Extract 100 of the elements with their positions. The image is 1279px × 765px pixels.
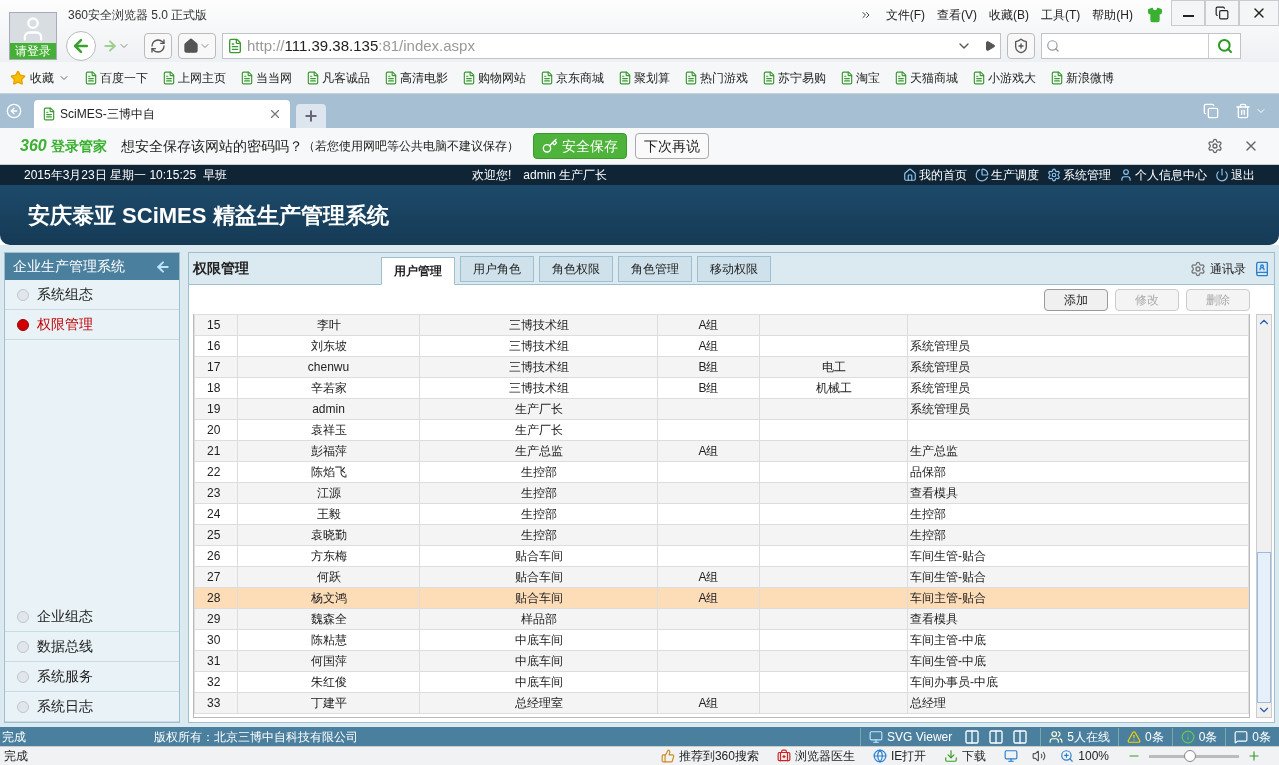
back-button[interactable] [66, 31, 96, 61]
table-cell: 系统管理员 [907, 356, 1249, 378]
favorites-menu[interactable]: 收藏 [10, 68, 70, 87]
table-row[interactable]: 20 袁祥玉 生产厂长 [194, 419, 1249, 441]
close-icon[interactable] [268, 107, 282, 121]
table-row[interactable]: 16 刘东坡 三博技术组 A组 系统管理员 [194, 335, 1249, 357]
browser-tab[interactable]: SciMES-三博中自 [34, 100, 290, 128]
status-item[interactable]: IE打开 [872, 747, 927, 765]
search-field[interactable] [1041, 33, 1241, 59]
table-cell: 生控部 [419, 482, 658, 504]
table-row[interactable]: 29 魏森全 样品部 查看模具 [194, 608, 1249, 630]
bookmark-link[interactable]: 高清电影 [384, 68, 448, 87]
bookmark-link[interactable]: 苏宁易购 [762, 68, 826, 87]
layout-icon[interactable] [1012, 728, 1029, 745]
table-row[interactable]: 33 丁建平 总经理室 A组 总经理 [194, 692, 1249, 714]
status-item[interactable]: 推荐到360搜索 [660, 747, 759, 765]
table-row[interactable]: 23 江源 生控部 查看模具 [194, 482, 1249, 504]
tab[interactable]: 用户角色 [460, 256, 534, 282]
top-link[interactable]: 我的首页 [903, 166, 967, 184]
table-row[interactable]: 21 彭福萍 生产总监 A组 生产总监 [194, 440, 1249, 462]
windows-icon[interactable] [1203, 103, 1219, 119]
message-count[interactable]: 0条 [1225, 727, 1279, 746]
table-row[interactable]: 25 袁晓勤 生控部 生控部 [194, 524, 1249, 546]
zoom-level[interactable]: 100% [1060, 747, 1109, 765]
bookmark-link[interactable]: 凡客诚品 [306, 68, 370, 87]
bookmark-link[interactable]: 购物网站 [462, 68, 526, 87]
tab[interactable]: 用户管理 [381, 257, 455, 285]
table-cell: 贴合车间 [419, 587, 658, 609]
status-item[interactable]: 下载 [944, 747, 987, 765]
svg-viewer-button[interactable]: SVG Viewer [860, 727, 961, 746]
bookmark-link[interactable]: 热门游戏 [684, 68, 748, 87]
bookmark-link[interactable]: 淘宝 [840, 68, 880, 87]
restore-button[interactable] [1205, 0, 1239, 26]
table-cell: A组 [657, 566, 760, 588]
bookmark-link[interactable]: 新浪微博 [1050, 68, 1114, 87]
table-cell: A组 [657, 314, 760, 336]
refresh-button[interactable] [144, 33, 172, 59]
monitor-icon[interactable] [1004, 749, 1019, 763]
bookmark-link[interactable]: 百度一下 [84, 68, 148, 87]
minimize-button[interactable] [1171, 0, 1205, 26]
layout-icon[interactable] [964, 728, 981, 745]
table-row[interactable]: 17 chenwu 三博技术组 B组 电工 系统管理员 [194, 356, 1249, 378]
zoom-in-icon[interactable] [1247, 749, 1261, 763]
top-link[interactable]: 系统管理 [1047, 166, 1111, 184]
bookmark-link[interactable]: 聚划算 [618, 68, 670, 87]
layout-icon[interactable] [988, 728, 1005, 745]
home-button[interactable] [178, 33, 216, 59]
bookmark-link[interactable]: 上网主页 [162, 68, 226, 87]
table-row[interactable]: 30 陈粘慧 中底车间 车间主管-中底 [194, 629, 1249, 651]
bookmark-link[interactable]: 当当网 [240, 68, 292, 87]
settings-icon[interactable] [1207, 138, 1223, 154]
collapse-icon[interactable] [155, 258, 171, 275]
scrollbar[interactable] [1256, 314, 1272, 718]
table-row[interactable]: 18 辛若家 三博技术组 B组 机械工 系统管理员 [194, 377, 1249, 399]
bookmark-link[interactable]: 天猫商城 [894, 68, 958, 87]
bookmark-link[interactable]: 京东商城 [540, 68, 604, 87]
info-count[interactable]: 0条 [1171, 727, 1226, 746]
contacts-book-icon[interactable] [1254, 260, 1270, 277]
menu-item[interactable]: 文件(F) [885, 6, 925, 24]
top-link[interactable]: 生产调度 [975, 166, 1039, 184]
row-number: 19 [194, 398, 238, 420]
address-field[interactable]: http://111.39.38.135:81/index.aspx [222, 33, 1001, 59]
menu-item[interactable]: 工具(T) [1041, 6, 1081, 24]
tab[interactable]: 角色权限 [539, 256, 613, 282]
toolbar-button[interactable]: 添加 [1044, 288, 1108, 311]
table-row[interactable]: 28 杨文鸿 贴合车间 A组 车间主管-贴合 [194, 587, 1249, 609]
table-cell: 查看模具 [907, 482, 1249, 504]
menu-item[interactable]: 帮助(H) [1092, 6, 1133, 24]
new-tab-button[interactable] [296, 104, 326, 128]
contacts-link[interactable]: 通讯录 [1190, 259, 1246, 278]
table-row[interactable]: 15 李叶 三博技术组 A组 [194, 314, 1249, 336]
bookmark-link[interactable]: 小游戏大 [972, 68, 1036, 87]
trash-icon[interactable] [1235, 103, 1251, 119]
tab[interactable]: 角色管理 [618, 256, 692, 282]
page-icon [894, 70, 908, 85]
volume-icon[interactable] [1032, 749, 1047, 763]
menu-item[interactable]: 查看(V) [937, 6, 977, 24]
online-users[interactable]: 5人在线 [1040, 727, 1118, 746]
shirt-icon[interactable] [1147, 7, 1163, 23]
table-row[interactable]: 31 何国萍 中底车间 车间生管-中底 [194, 650, 1249, 672]
tab[interactable]: 移动权限 [697, 256, 771, 282]
table-row[interactable]: 27 何跃 贴合车间 A组 车间生管-贴合 [194, 566, 1249, 588]
top-link[interactable]: 个人信息中心 [1119, 166, 1207, 184]
search-icon[interactable] [1216, 38, 1233, 54]
shield-button[interactable] [1007, 33, 1035, 59]
more-icon[interactable] [859, 9, 872, 21]
top-link[interactable]: 退出 [1215, 166, 1255, 184]
go-icon[interactable] [984, 40, 996, 52]
sidebar-toggle-icon[interactable] [6, 103, 22, 119]
table-row[interactable]: 19 admin 生产厂长 系统管理员 [194, 398, 1249, 420]
table-row[interactable]: 26 方东梅 贴合车间 车间生管-贴合 [194, 545, 1249, 567]
zoom-slider-thumb[interactable] [1183, 749, 1196, 762]
table-row[interactable]: 24 王毅 生控部 生控部 [194, 503, 1249, 525]
row-number: 24 [194, 503, 238, 525]
menu-item[interactable]: 收藏(B) [989, 6, 1029, 24]
later-button[interactable]: 下次再说 [634, 133, 709, 159]
status-item[interactable]: 浏览器医生 [776, 747, 855, 765]
table-row[interactable]: 22 陈焰飞 生控部 品保部 [194, 461, 1249, 483]
warning-count[interactable]: 0条 [1117, 727, 1172, 746]
table-row[interactable]: 32 朱红俊 中底车间 车间办事员-中底 [194, 671, 1249, 693]
